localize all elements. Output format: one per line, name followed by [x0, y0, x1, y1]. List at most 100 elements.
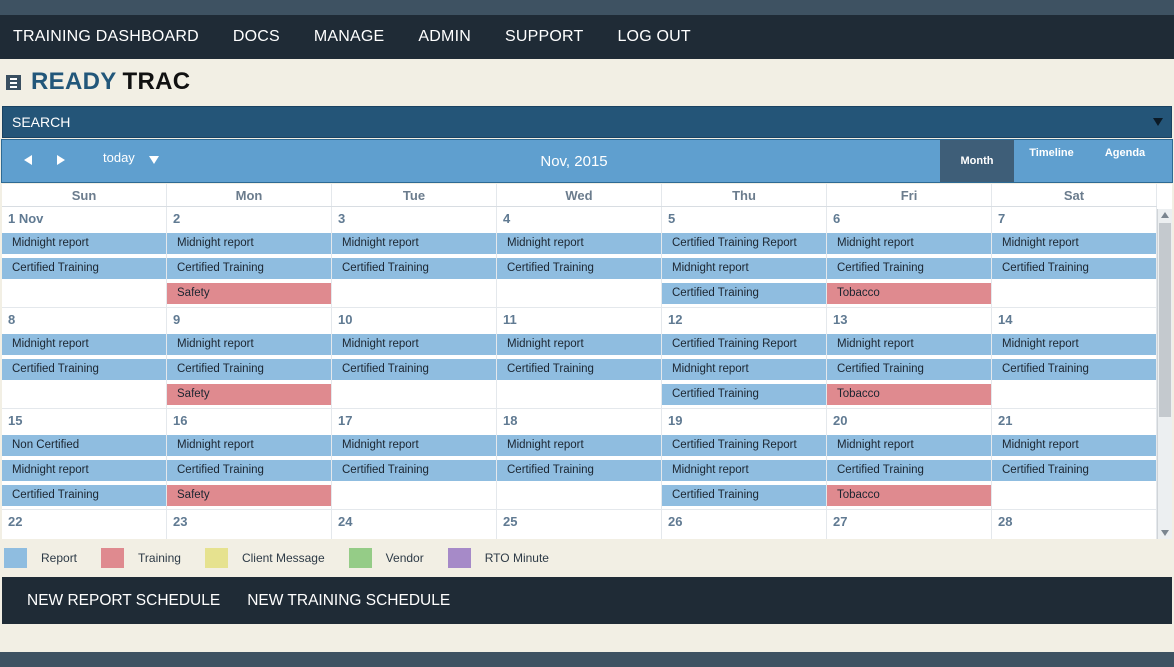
day-cell-tue[interactable]: 17 Midnight report Certified Training [332, 409, 497, 510]
day-cell-sun[interactable]: 22 [2, 510, 167, 539]
calendar-event-report[interactable]: Certified Training [497, 258, 661, 279]
nav-support[interactable]: SUPPORT [505, 28, 583, 46]
calendar-event-report[interactable]: Certified Training [167, 258, 331, 279]
nav-docs[interactable]: DOCS [233, 28, 280, 46]
chevron-down-icon[interactable] [1153, 118, 1163, 126]
nav-training-dashboard[interactable]: TRAINING DASHBOARD [13, 28, 199, 46]
calendar-event-report[interactable]: Certified Training [992, 359, 1156, 380]
day-cell-mon[interactable]: 2 Midnight report Certified Training Safety [167, 207, 332, 308]
day-cell-thu[interactable]: 12 Certified Training Report Midnight repo… [662, 308, 827, 409]
calendar-event-report[interactable]: Certified Training [827, 258, 991, 279]
calendar-event-report[interactable]: Midnight report [2, 334, 166, 355]
day-number[interactable]: 5 [668, 211, 675, 226]
day-number[interactable]: 15 [8, 413, 22, 428]
calendar-event-report[interactable]: Certified Training [2, 359, 166, 380]
day-number[interactable]: 4 [503, 211, 510, 226]
calendar-event-report[interactable]: Certified Training [332, 460, 496, 481]
calendar-event-report[interactable]: Certified Training [167, 460, 331, 481]
day-cell-sat[interactable]: 21 Midnight report Certified Training [992, 409, 1157, 510]
calendar-event-report[interactable]: Certified Training [497, 460, 661, 481]
calendar-event-training[interactable]: Tobacco [827, 485, 991, 506]
day-number[interactable]: 20 [833, 413, 847, 428]
search-panel-toggle[interactable]: SEARCH [2, 106, 1172, 138]
day-cell-fri[interactable]: 13 Midnight report Certified Training Tobac… [827, 308, 992, 409]
day-number[interactable]: 19 [668, 413, 682, 428]
day-cell-mon[interactable]: 9 Midnight report Certified Training Safety [167, 308, 332, 409]
view-month-button[interactable]: Month [940, 140, 1014, 182]
calendar-event-report[interactable]: Non Certified [2, 435, 166, 456]
nav-log-out[interactable]: LOG OUT [617, 28, 690, 46]
day-number[interactable]: 23 [173, 514, 187, 529]
calendar-event-report[interactable]: Midnight report [332, 233, 496, 254]
calendar-event-report[interactable]: Midnight report [992, 334, 1156, 355]
view-agenda-button[interactable]: Agenda [1089, 140, 1161, 182]
calendar-event-report[interactable]: Midnight report [662, 258, 826, 279]
calendar-event-report[interactable]: Certified Training [992, 258, 1156, 279]
calendar-event-report[interactable]: Midnight report [992, 435, 1156, 456]
day-number[interactable]: 11 [503, 312, 517, 327]
day-number[interactable]: 25 [503, 514, 517, 529]
calendar-event-training[interactable]: Safety [167, 384, 331, 405]
day-number[interactable]: 10 [338, 312, 352, 327]
day-number[interactable]: 28 [998, 514, 1012, 529]
day-number[interactable]: 7 [998, 211, 1005, 226]
day-cell-tue[interactable]: 10 Midnight report Certified Training [332, 308, 497, 409]
calendar-event-report[interactable]: Midnight report [167, 334, 331, 355]
nav-admin[interactable]: ADMIN [418, 28, 471, 46]
day-number[interactable]: 26 [668, 514, 682, 529]
calendar-event-report[interactable]: Certified Training [992, 460, 1156, 481]
day-cell-mon[interactable]: 16 Midnight report Certified Training Safet… [167, 409, 332, 510]
calendar-event-training[interactable]: Tobacco [827, 384, 991, 405]
day-cell-fri[interactable]: 20 Midnight report Certified Training Tobac… [827, 409, 992, 510]
day-cell-wed[interactable]: 25 [497, 510, 662, 539]
day-cell-sat[interactable]: 7 Midnight report Certified Training [992, 207, 1157, 308]
calendar-event-report[interactable]: Midnight report [497, 233, 661, 254]
calendar-event-report[interactable]: Certified Training Report [662, 233, 826, 254]
calendar-event-report[interactable]: Certified Training [2, 258, 166, 279]
day-cell-tue[interactable]: 24 [332, 510, 497, 539]
new-report-schedule-button[interactable]: NEW REPORT SCHEDULE [27, 592, 220, 610]
day-number[interactable]: 27 [833, 514, 847, 529]
day-number[interactable]: 14 [998, 312, 1012, 327]
scroll-up-icon[interactable] [1161, 212, 1169, 218]
day-cell-thu[interactable]: 26 [662, 510, 827, 539]
day-number[interactable]: 1 Nov [8, 211, 43, 226]
day-cell-tue[interactable]: 3 Midnight report Certified Training [332, 207, 497, 308]
calendar-event-report[interactable]: Midnight report [167, 435, 331, 456]
calendar-event-report[interactable]: Certified Training Report [662, 334, 826, 355]
day-cell-mon[interactable]: 23 [167, 510, 332, 539]
scroll-down-icon[interactable] [1161, 530, 1169, 536]
day-number[interactable]: 17 [338, 413, 352, 428]
day-number[interactable]: 9 [173, 312, 180, 327]
calendar-event-report[interactable]: Midnight report [332, 435, 496, 456]
calendar-event-report[interactable]: Certified Training [167, 359, 331, 380]
day-number[interactable]: 22 [8, 514, 22, 529]
calendar-event-report[interactable]: Certified Training [332, 258, 496, 279]
calendar-event-training[interactable]: Safety [167, 485, 331, 506]
day-number[interactable]: 12 [668, 312, 682, 327]
day-cell-thu[interactable]: 5 Certified Training Report Midnight repor… [662, 207, 827, 308]
day-number[interactable]: 18 [503, 413, 517, 428]
calendar-event-report[interactable]: Midnight report [332, 334, 496, 355]
day-number[interactable]: 6 [833, 211, 840, 226]
day-number[interactable]: 3 [338, 211, 345, 226]
day-cell-thu[interactable]: 19 Certified Training Report Midnight repo… [662, 409, 827, 510]
calendar-event-report[interactable]: Midnight report [827, 435, 991, 456]
calendar-scrollbar[interactable] [1157, 209, 1172, 539]
day-cell-sat[interactable]: 28 [992, 510, 1157, 539]
nav-manage[interactable]: MANAGE [314, 28, 385, 46]
calendar-event-report[interactable]: Certified Training Report [662, 435, 826, 456]
day-cell-fri[interactable]: 6 Midnight report Certified Training Tobacc… [827, 207, 992, 308]
calendar-event-report[interactable]: Midnight report [992, 233, 1156, 254]
calendar-event-report[interactable]: Midnight report [662, 359, 826, 380]
calendar-event-report[interactable]: Midnight report [662, 460, 826, 481]
day-number[interactable]: 2 [173, 211, 180, 226]
calendar-event-report[interactable]: Certified Training [497, 359, 661, 380]
day-number[interactable]: 21 [998, 413, 1012, 428]
calendar-event-report[interactable]: Midnight report [167, 233, 331, 254]
scrollbar-thumb[interactable] [1159, 223, 1171, 417]
view-timeline-button[interactable]: Timeline [1014, 140, 1089, 182]
day-cell-wed[interactable]: 18 Midnight report Certified Training [497, 409, 662, 510]
calendar-event-report[interactable]: Certified Training [2, 485, 166, 506]
day-cell-wed[interactable]: 11 Midnight report Certified Training [497, 308, 662, 409]
